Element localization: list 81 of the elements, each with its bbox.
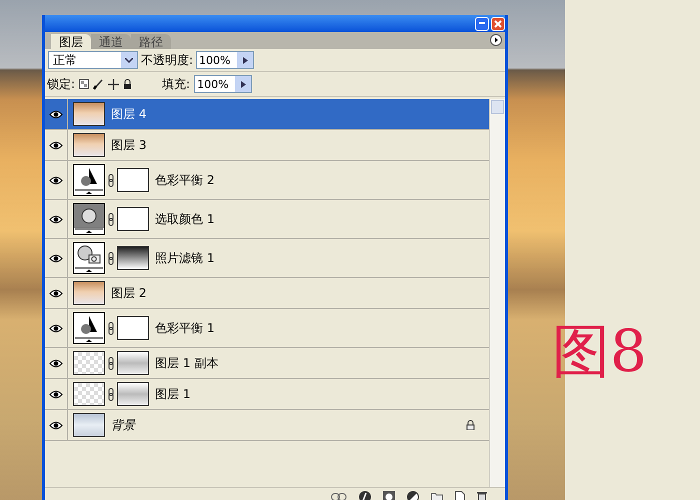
layer-name: 图层 1 副本 bbox=[155, 354, 220, 372]
layer-thumbnail bbox=[73, 413, 105, 437]
layer-row[interactable]: 背景 bbox=[45, 410, 489, 441]
eye-icon[interactable] bbox=[49, 110, 63, 118]
panel-tab[interactable]: 通道 bbox=[91, 34, 131, 49]
chain-link-icon bbox=[108, 388, 114, 400]
figure-label: 图8 bbox=[552, 322, 647, 380]
layer-mask-thumbnail bbox=[117, 246, 149, 270]
layer-thumbnail bbox=[73, 281, 105, 305]
new-page-icon[interactable] bbox=[455, 490, 465, 500]
eye-icon[interactable] bbox=[49, 254, 63, 262]
layer-row[interactable]: 选取颜色 1 bbox=[45, 200, 489, 239]
eye-icon[interactable] bbox=[49, 390, 63, 398]
play-arrow-icon bbox=[240, 80, 246, 88]
adjustment-layer-icon bbox=[73, 164, 105, 196]
scrollbar[interactable] bbox=[489, 99, 505, 487]
close-button[interactable] bbox=[491, 16, 505, 30]
adjustment-layer-icon bbox=[73, 242, 105, 274]
layer-thumbnail bbox=[73, 133, 105, 157]
chain-link-icon[interactable] bbox=[331, 492, 347, 500]
layer-name: 色彩平衡 1 bbox=[155, 320, 216, 336]
padlock-icon[interactable] bbox=[123, 79, 132, 89]
layer-name: 图层 4 bbox=[111, 106, 148, 122]
trash-icon[interactable] bbox=[477, 490, 487, 500]
opacity-label: 不透明度: bbox=[141, 52, 194, 68]
fill-label: 填充: bbox=[162, 76, 190, 92]
layer-mask-thumbnail bbox=[117, 351, 149, 375]
close-icon bbox=[494, 20, 502, 28]
fill-field[interactable]: 100% bbox=[194, 75, 252, 93]
layer-name: 图层 3 bbox=[111, 136, 148, 154]
chevron-down-icon bbox=[125, 58, 133, 62]
layer-row[interactable]: 图层 2 bbox=[45, 278, 489, 309]
layer-name: 选取颜色 1 bbox=[155, 210, 216, 228]
opacity-field[interactable]: 100% bbox=[196, 51, 254, 69]
adjustment-layer-icon bbox=[73, 203, 105, 235]
layer-row[interactable]: 图层 1 副本 bbox=[45, 348, 489, 379]
panel-tab[interactable]: 图层 bbox=[51, 34, 91, 49]
layer-name: 图层 1 bbox=[155, 386, 192, 402]
eye-icon[interactable] bbox=[49, 358, 63, 368]
adjustment-layer-icon bbox=[73, 312, 105, 344]
eye-icon[interactable] bbox=[49, 324, 63, 332]
folder-icon[interactable] bbox=[431, 492, 443, 500]
layer-row[interactable]: 图层 4 bbox=[45, 99, 489, 130]
chain-link-icon bbox=[108, 174, 114, 186]
layer-thumbnail bbox=[73, 102, 105, 126]
mask-icon[interactable] bbox=[383, 490, 395, 500]
layer-row[interactable]: 图层 3 bbox=[45, 130, 489, 161]
eye-icon[interactable] bbox=[49, 214, 63, 224]
layer-row[interactable]: 色彩平衡 1 bbox=[45, 309, 489, 348]
chain-link-icon bbox=[108, 356, 114, 370]
layer-thumbnail bbox=[73, 351, 105, 375]
chain-link-icon bbox=[108, 212, 114, 226]
layer-mask-thumbnail bbox=[117, 382, 149, 406]
move-arrows-icon[interactable] bbox=[108, 78, 120, 90]
chain-link-icon bbox=[108, 252, 114, 264]
layer-row[interactable]: 色彩平衡 2 bbox=[45, 161, 489, 200]
layer-name: 图层 2 bbox=[111, 284, 148, 302]
layer-mask-thumbnail bbox=[117, 168, 149, 192]
eye-icon[interactable] bbox=[49, 420, 63, 430]
layer-row[interactable]: 照片滤镜 1 bbox=[45, 239, 489, 278]
blend-mode-dropdown[interactable]: 正常 bbox=[48, 51, 138, 69]
play-arrow-icon bbox=[242, 56, 248, 64]
panel-menu-icon[interactable] bbox=[490, 34, 502, 46]
eye-icon[interactable] bbox=[49, 176, 63, 184]
lock-label: 锁定: bbox=[47, 76, 76, 92]
layer-name: 背景 bbox=[111, 416, 137, 434]
minimize-button[interactable] bbox=[475, 16, 489, 30]
eye-icon[interactable] bbox=[49, 288, 63, 298]
layer-thumbnail bbox=[73, 382, 105, 406]
layer-mask-thumbnail bbox=[117, 316, 149, 340]
layer-row[interactable]: 图层 1 bbox=[45, 379, 489, 410]
layer-name: 色彩平衡 2 bbox=[155, 172, 216, 188]
panel-tab[interactable]: 路径 bbox=[131, 34, 171, 49]
half-circle-icon[interactable] bbox=[407, 490, 419, 500]
eye-icon[interactable] bbox=[49, 140, 63, 150]
layer-mask-thumbnail bbox=[117, 207, 149, 231]
minimize-icon bbox=[479, 22, 485, 25]
brush-icon[interactable] bbox=[93, 78, 104, 90]
checkerboard-icon[interactable] bbox=[79, 79, 90, 89]
layer-name: 照片滤镜 1 bbox=[155, 250, 216, 266]
chain-link-icon bbox=[108, 322, 114, 334]
